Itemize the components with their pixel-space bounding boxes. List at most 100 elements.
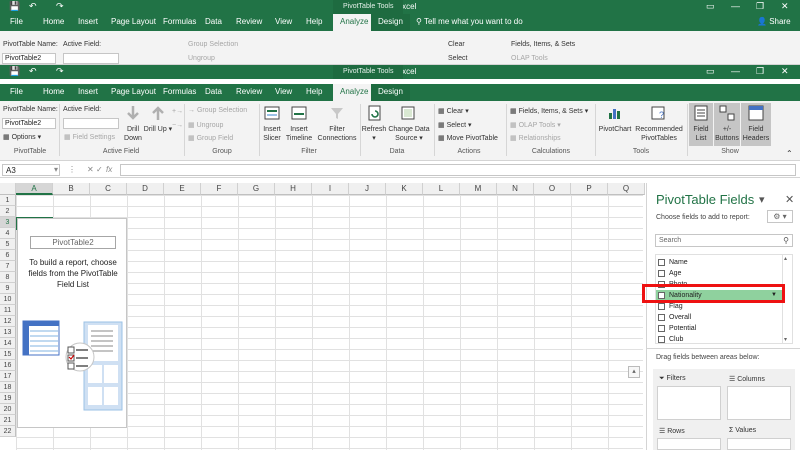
field-checkbox[interactable] — [658, 314, 665, 321]
row-header[interactable]: 21 — [0, 415, 16, 426]
minimize-icon[interactable]: — — [731, 1, 740, 11]
pane-layout-gear-icon[interactable]: ⚙ ▾ — [767, 210, 793, 223]
redo-icon[interactable]: ↷ — [56, 1, 64, 12]
tab-formulas[interactable]: Formulas — [163, 87, 196, 96]
tab-home[interactable]: Home — [43, 87, 64, 96]
field-settings-button[interactable]: ▦ Field Settings — [64, 133, 115, 141]
tab-file[interactable]: File — [10, 87, 23, 96]
tab-help[interactable]: Help — [306, 87, 322, 96]
group-selection-button[interactable]: → Group Selection — [188, 107, 247, 114]
column-header[interactable]: O — [534, 183, 571, 195]
row-header[interactable]: 13 — [0, 327, 16, 338]
column-header[interactable]: N — [497, 183, 534, 195]
column-header[interactable]: D — [127, 183, 164, 195]
cancel-entry-icon[interactable]: ✕ — [87, 165, 94, 174]
insert-slicer-button[interactable]: Insert Slicer — [259, 125, 285, 143]
insert-function-icon[interactable]: fx — [106, 165, 112, 174]
close-icon[interactable]: ✕ — [781, 66, 789, 77]
formula-options-icon[interactable]: ⋮ — [68, 165, 76, 174]
save-icon[interactable]: 💾 — [9, 1, 20, 12]
scroll-up-icon[interactable]: ▴ — [784, 255, 787, 262]
field-search-input[interactable]: Search ⚲ — [655, 234, 793, 247]
expand-field-icon[interactable]: +→ — [172, 108, 183, 115]
row-header[interactable]: 4 — [0, 228, 16, 239]
collapse-ribbon-icon[interactable]: ⌃ — [786, 149, 793, 158]
confirm-entry-icon[interactable]: ✓ — [96, 165, 103, 174]
drill-up-button[interactable]: Drill Up ▾ — [143, 125, 173, 134]
fields-items-sets-button[interactable]: ▦ Fields, Items, & Sets ▾ — [510, 107, 588, 115]
select-all-corner[interactable] — [0, 183, 16, 195]
column-header[interactable]: P — [571, 183, 608, 195]
tab-analyze[interactable]: Analyze — [333, 14, 376, 31]
clear-button[interactable]: ▦ Clear ▾ — [438, 107, 469, 115]
restore-icon[interactable]: ❐ — [756, 1, 764, 12]
row-header[interactable]: 15 — [0, 349, 16, 360]
field-item[interactable]: Name — [656, 257, 782, 268]
active-field-input[interactable] — [63, 53, 119, 64]
ungroup-button[interactable]: Ungroup — [188, 55, 215, 62]
tab-insert[interactable]: Insert — [78, 17, 98, 26]
group-field-button[interactable]: ▦ Group Field — [188, 134, 233, 142]
fields-items-sets-button[interactable]: Fields, Items, & Sets — [511, 41, 575, 48]
olap-tools-button[interactable]: ▦ OLAP Tools ▾ — [510, 121, 561, 129]
pane-options-icon[interactable]: ▾ — [759, 193, 765, 206]
column-header[interactable]: A — [16, 183, 53, 195]
undo-icon[interactable]: ↶ — [29, 66, 37, 77]
name-box-dropdown-icon[interactable]: ▾ — [54, 165, 58, 174]
active-field-input[interactable] — [63, 118, 119, 129]
row-header[interactable]: 16 — [0, 360, 16, 371]
column-header[interactable]: G — [238, 183, 275, 195]
column-header[interactable]: F — [201, 183, 238, 195]
group-selection-button[interactable]: Group Selection — [188, 41, 238, 48]
tab-help[interactable]: Help — [306, 17, 322, 26]
olap-tools-button[interactable]: OLAP Tools — [511, 55, 548, 62]
row-header[interactable]: 22 — [0, 426, 16, 437]
row-header[interactable]: 3 — [0, 217, 16, 228]
share-button[interactable]: 👤 Share — [757, 17, 791, 26]
filter-connections-button[interactable]: Filter Connections — [316, 125, 358, 143]
close-icon[interactable]: ✕ — [781, 1, 789, 12]
tab-file[interactable]: File — [10, 17, 23, 26]
tab-insert[interactable]: Insert — [78, 87, 98, 96]
insert-timeline-button[interactable]: Insert Timeline — [284, 125, 314, 143]
tab-view[interactable]: View — [275, 87, 292, 96]
tab-view[interactable]: View — [275, 17, 292, 26]
scroll-down-icon[interactable]: ▾ — [784, 336, 787, 343]
column-header[interactable]: C — [90, 183, 127, 195]
rows-drop-zone[interactable] — [657, 438, 721, 450]
pivot-name-input[interactable]: PivotTable2 — [2, 118, 56, 129]
field-item[interactable]: Club — [656, 334, 782, 345]
pivotchart-button[interactable]: PivotChart — [597, 125, 633, 134]
row-header[interactable]: 1 — [0, 195, 16, 206]
save-icon[interactable]: 💾 — [9, 66, 20, 77]
field-checkbox[interactable] — [658, 303, 665, 310]
tab-formulas[interactable]: Formulas — [163, 17, 196, 26]
row-header[interactable]: 14 — [0, 338, 16, 349]
tab-analyze[interactable]: Analyze — [333, 84, 376, 101]
tell-me-box[interactable]: ⚲ Tell me what you want to do — [416, 17, 523, 26]
row-header[interactable]: 7 — [0, 261, 16, 272]
field-item[interactable]: Age — [656, 268, 782, 279]
field-checkbox[interactable] — [658, 325, 665, 332]
name-box[interactable]: A3 — [2, 164, 60, 176]
column-header[interactable]: I — [312, 183, 349, 195]
tab-home[interactable]: Home — [43, 17, 64, 26]
plus-minus-buttons-button[interactable]: +/- Buttons — [714, 125, 740, 143]
row-header[interactable]: 17 — [0, 371, 16, 382]
row-header[interactable]: 6 — [0, 250, 16, 261]
tab-review[interactable]: Review — [236, 17, 262, 26]
row-header[interactable]: 19 — [0, 393, 16, 404]
row-header[interactable]: 11 — [0, 305, 16, 316]
ungroup-button[interactable]: ▦ Ungroup — [188, 121, 223, 129]
redo-icon[interactable]: ↷ — [56, 66, 64, 77]
row-header[interactable]: 5 — [0, 239, 16, 250]
move-pivottable-button[interactable]: ▦ Move PivotTable — [438, 134, 498, 142]
tab-design[interactable]: Design — [371, 84, 410, 101]
column-header[interactable]: M — [460, 183, 497, 195]
values-drop-zone[interactable] — [727, 438, 791, 450]
field-checkbox[interactable] — [658, 270, 665, 277]
tab-review[interactable]: Review — [236, 87, 262, 96]
tab-data[interactable]: Data — [205, 87, 222, 96]
select-button[interactable]: Select — [448, 55, 467, 62]
column-header[interactable]: H — [275, 183, 312, 195]
